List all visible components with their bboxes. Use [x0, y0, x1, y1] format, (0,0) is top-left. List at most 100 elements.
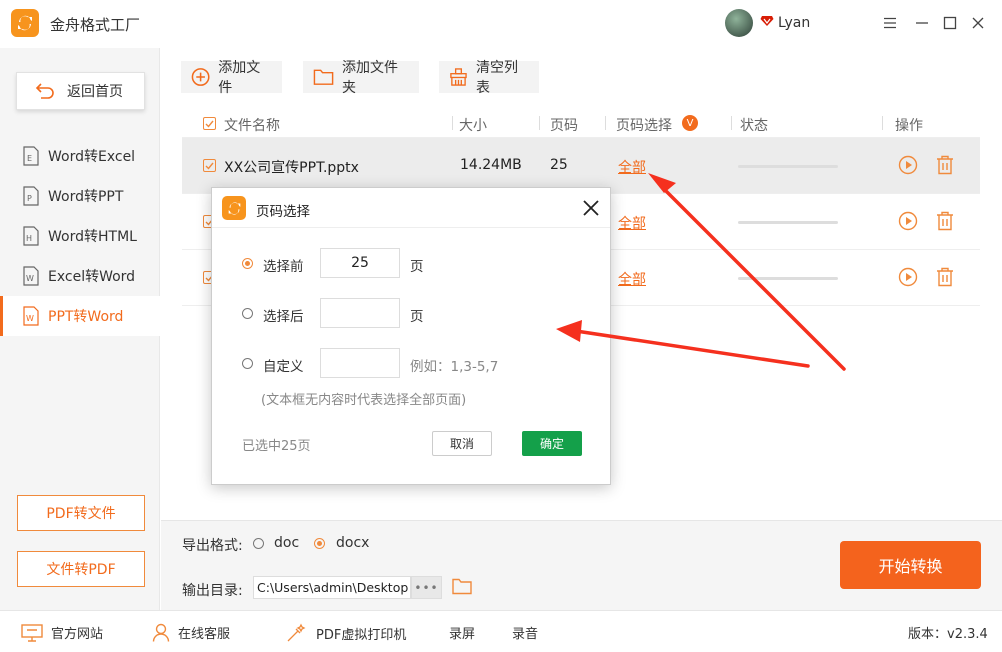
- official-website-link[interactable]: 官方网站: [21, 623, 103, 642]
- page-select-dropdown-badge[interactable]: V: [682, 115, 698, 131]
- minimize-icon[interactable]: [912, 13, 932, 33]
- trash-icon[interactable]: [936, 267, 954, 287]
- close-icon[interactable]: [582, 199, 600, 217]
- clear-list-label: 清空列表: [475, 60, 518, 96]
- online-support-link[interactable]: 在线客服: [152, 623, 230, 642]
- document-icon: H: [23, 226, 39, 246]
- start-convert-button[interactable]: 开始转换: [840, 541, 981, 589]
- add-folder-button[interactable]: 添加文件夹: [303, 60, 419, 96]
- custom-pages-input[interactable]: [320, 348, 400, 378]
- monitor-icon: [21, 623, 43, 642]
- menu-icon[interactable]: [880, 13, 900, 33]
- page-unit-label: 页: [410, 259, 424, 275]
- page-select-link[interactable]: 全部: [618, 213, 646, 233]
- screen-record-label: 录屏: [449, 627, 476, 642]
- format-option-docx[interactable]: docx: [336, 535, 369, 551]
- format-radio-doc[interactable]: [253, 538, 264, 549]
- trash-icon[interactable]: [936, 211, 954, 231]
- title-bar: 金舟格式工厂 Lyan: [0, 0, 1002, 48]
- document-icon: W: [23, 266, 39, 286]
- user-avatar[interactable]: [725, 9, 753, 37]
- file-to-pdf-button[interactable]: 文件转PDF: [17, 551, 145, 587]
- play-icon[interactable]: [898, 211, 918, 231]
- select-all-checkbox[interactable]: [203, 117, 216, 130]
- sidebar-item-word-to-ppt[interactable]: P Word转PPT: [0, 176, 160, 216]
- option-first-label[interactable]: 选择前: [263, 255, 304, 275]
- first-pages-input[interactable]: 25: [320, 248, 400, 278]
- trash-icon[interactable]: [936, 155, 954, 175]
- audio-record-link[interactable]: 录音: [512, 623, 538, 642]
- svg-text:P: P: [27, 194, 32, 203]
- status-bar: 官方网站 在线客服 PDF虚拟打印机 录屏 录音 版本：v2.3.4: [0, 610, 1002, 652]
- header-file-name: 文件名称: [224, 118, 280, 134]
- username[interactable]: Lyan: [778, 15, 810, 31]
- page-select-link[interactable]: 全部: [618, 157, 646, 177]
- broom-icon: [450, 68, 467, 86]
- folder-icon: [313, 69, 334, 85]
- app-logo-icon: [11, 9, 39, 37]
- sidebar-item-excel-to-word[interactable]: W Excel转Word: [0, 256, 160, 296]
- svg-text:H: H: [26, 234, 32, 243]
- column-divider: [882, 116, 883, 130]
- clear-list-button[interactable]: 清空列表: [439, 60, 539, 96]
- last-pages-input[interactable]: [320, 298, 400, 328]
- official-website-label: 官方网站: [51, 627, 104, 642]
- document-icon: W: [23, 306, 39, 326]
- table-row[interactable]: XX公司宣传PPT.pptx 14.24MB 25 全部: [182, 138, 980, 194]
- row-checkbox[interactable]: [203, 159, 216, 172]
- sidebar-item-ppt-to-word[interactable]: W PPT转Word: [0, 296, 160, 336]
- option-last-label[interactable]: 选择后: [263, 305, 304, 325]
- add-file-button[interactable]: 添加文件: [181, 60, 282, 96]
- close-icon[interactable]: [968, 13, 988, 33]
- header-actions: 操作: [895, 118, 923, 134]
- open-folder-icon[interactable]: [452, 578, 472, 595]
- output-dir-field[interactable]: C:\Users\admin\Desktop: [253, 576, 411, 599]
- column-divider: [539, 116, 540, 130]
- column-divider: [731, 116, 732, 130]
- sidebar-item-label: Word转Excel: [48, 149, 136, 165]
- sidebar-item-word-to-excel[interactable]: E Word转Excel: [0, 136, 160, 176]
- play-icon[interactable]: [898, 267, 918, 287]
- sidebar-item-label: Word转PPT: [48, 189, 124, 205]
- plus-circle-icon: [191, 68, 210, 86]
- sidebar-item-label: Excel转Word: [48, 269, 136, 285]
- ok-button[interactable]: 确定: [522, 431, 582, 456]
- output-dir-label: 输出目录:: [182, 583, 243, 599]
- app-logo-icon: [222, 196, 246, 220]
- sidebar-item-label: Word转HTML: [48, 229, 137, 245]
- header-status: 状态: [740, 118, 768, 134]
- conversion-progress-bar: [738, 277, 838, 280]
- add-folder-label: 添加文件夹: [342, 60, 399, 96]
- column-divider: [452, 116, 453, 130]
- browse-dir-button[interactable]: •••: [411, 576, 442, 599]
- sidebar: 返回首页 E Word转Excel P Word转PPT H Word转HTML…: [0, 48, 160, 610]
- header-page-select: 页码选择: [616, 118, 672, 134]
- page-select-link[interactable]: 全部: [618, 269, 646, 289]
- radio-custom[interactable]: [242, 358, 253, 369]
- page-select-dialog: 页码选择 选择前 25 页 选择后 页 自定义 例如：1,3-5,7 (文本框无…: [211, 187, 611, 485]
- column-divider: [605, 116, 606, 130]
- sidebar-item-word-to-html[interactable]: H Word转HTML: [0, 216, 160, 256]
- pdf-to-file-button[interactable]: PDF转文件: [17, 495, 145, 531]
- file-table-header: 文件名称 大小 页码 页码选择 V 状态 操作: [182, 108, 980, 138]
- dialog-title: 页码选择: [256, 204, 310, 220]
- conversion-progress-bar: [738, 221, 838, 224]
- play-icon[interactable]: [898, 155, 918, 175]
- add-file-label: 添加文件: [218, 60, 261, 96]
- sidebar-item-label: PPT转Word: [48, 309, 124, 325]
- pdf-printer-link[interactable]: PDF虚拟打印机: [286, 623, 406, 643]
- format-radio-docx[interactable]: [314, 538, 325, 549]
- user-support-icon: [152, 623, 170, 642]
- format-option-doc[interactable]: doc: [274, 535, 299, 551]
- svg-text:W: W: [26, 314, 34, 323]
- screen-record-link[interactable]: 录屏: [449, 623, 475, 642]
- home-button[interactable]: 返回首页: [16, 72, 145, 110]
- file-pages: 25: [550, 157, 568, 173]
- option-custom-label[interactable]: 自定义: [263, 355, 304, 375]
- cancel-button[interactable]: 取消: [432, 431, 492, 456]
- radio-select-last[interactable]: [242, 308, 253, 319]
- audio-record-label: 录音: [512, 627, 539, 642]
- version-text: 版本：v2.3.4: [908, 623, 988, 642]
- radio-select-first[interactable]: [242, 258, 253, 269]
- maximize-icon[interactable]: [940, 13, 960, 33]
